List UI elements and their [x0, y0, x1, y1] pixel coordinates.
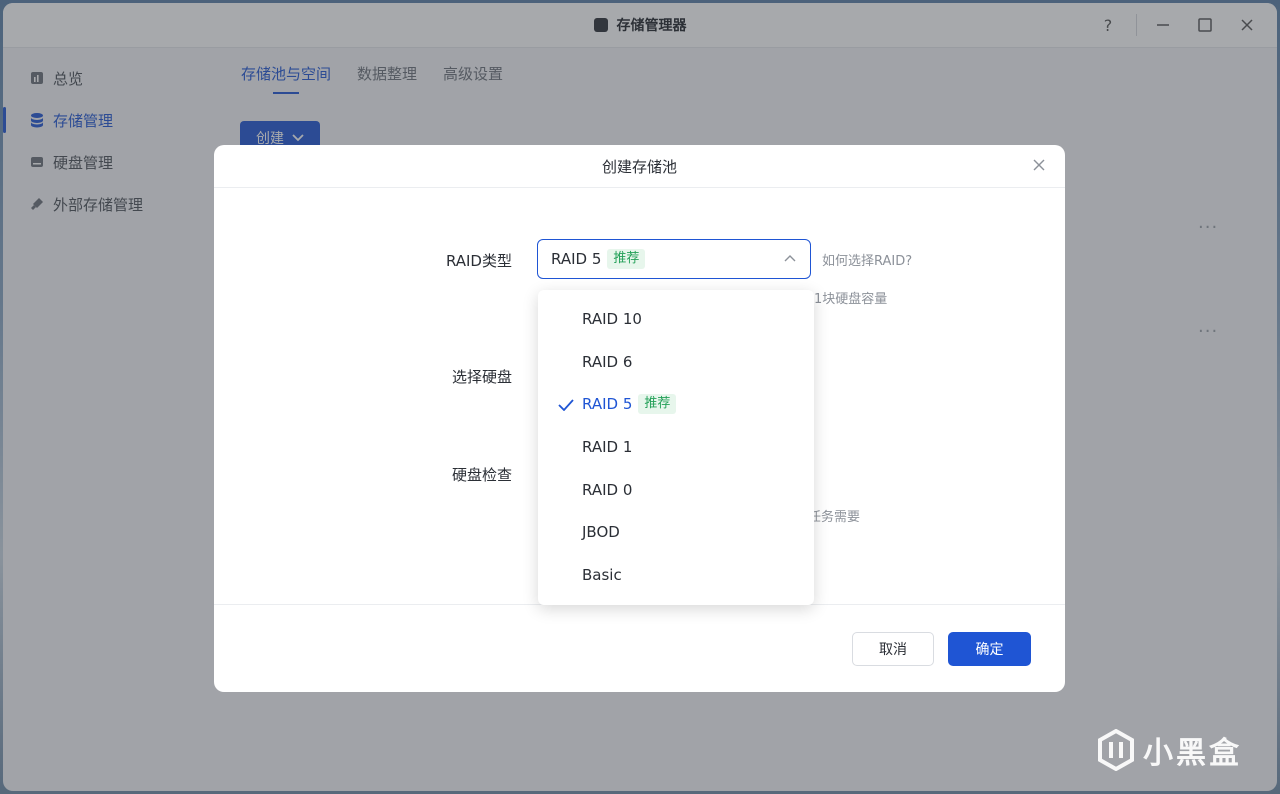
raid-type-label: RAID类型 [445, 252, 512, 270]
dialog-header: 创建存储池 [214, 145, 1065, 188]
option-basic[interactable]: Basic [538, 554, 814, 597]
option-raid10[interactable]: RAID 10 [538, 298, 814, 341]
raid-type-dropdown: RAID 10 RAID 6 RAID 5 推荐 RAID 1 RAID 0 J… [538, 290, 814, 605]
raid-type-select[interactable]: RAID 5 推荐 [537, 239, 811, 279]
raid-help-link[interactable]: 如何选择RAID? [822, 250, 912, 269]
check-icon [558, 397, 574, 415]
option-raid0[interactable]: RAID 0 [538, 468, 814, 511]
chevron-up-icon [784, 251, 796, 269]
confirm-button[interactable]: 确定 [948, 632, 1031, 666]
option-raid5[interactable]: RAID 5 推荐 [538, 383, 814, 426]
capacity-hint: 1块硬盘容量 [814, 292, 888, 307]
cancel-button[interactable]: 取消 [852, 632, 934, 666]
option-label: RAID 1 [582, 438, 633, 457]
option-label: RAID 5 [582, 395, 633, 414]
select-disk-label: 选择硬盘 [451, 368, 512, 386]
recommend-tag: 推荐 [607, 249, 646, 269]
task-hint: 任务需要 [808, 510, 861, 525]
close-icon[interactable] [1033, 155, 1045, 176]
disk-check-label: 硬盘检查 [451, 466, 512, 484]
option-label: RAID 6 [582, 352, 633, 371]
dialog-title: 创建存储池 [601, 157, 677, 176]
option-label: JBOD [582, 523, 620, 542]
watermark-logo-icon [1097, 729, 1135, 771]
option-jbod[interactable]: JBOD [538, 511, 814, 554]
option-raid6[interactable]: RAID 6 [538, 341, 814, 384]
raid-selected-value: RAID 5 [551, 250, 602, 268]
watermark-text: 小黑盒 [1143, 736, 1242, 771]
option-raid1[interactable]: RAID 1 [538, 426, 814, 469]
option-label: Basic [582, 565, 622, 584]
recommend-tag: 推荐 [638, 394, 677, 415]
option-label: RAID 0 [582, 480, 633, 499]
option-label: RAID 10 [582, 310, 642, 329]
watermark: 小黑盒 [1097, 728, 1242, 772]
